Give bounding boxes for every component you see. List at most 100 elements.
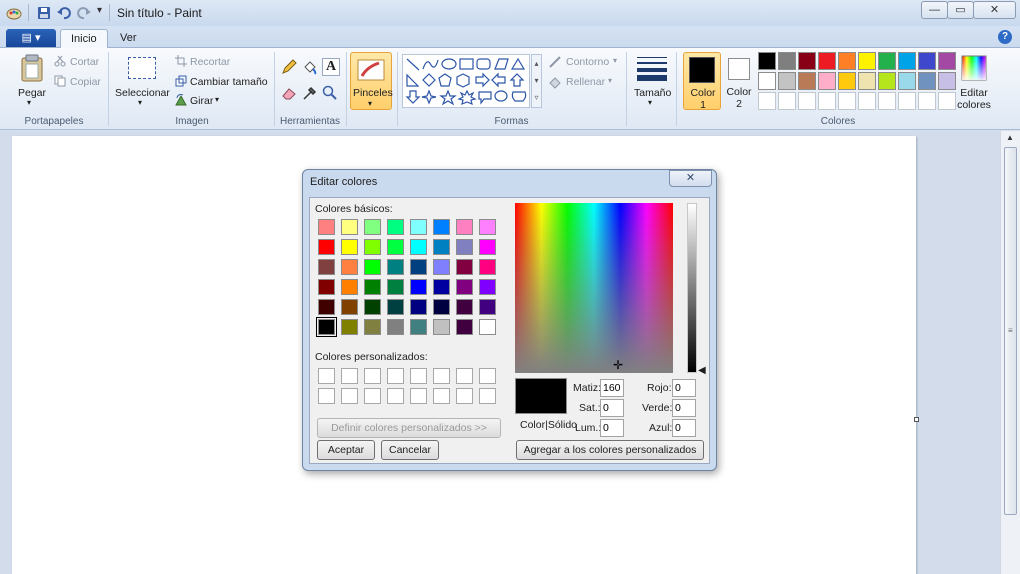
minimize-button[interactable]: —	[921, 1, 948, 19]
redo-icon[interactable]	[76, 5, 92, 21]
color-picker-icon[interactable]	[302, 85, 318, 101]
basic-color-swatch[interactable]	[341, 219, 358, 235]
color-spectrum[interactable]: ✛	[515, 203, 673, 373]
add-to-custom-colors-button[interactable]: Agregar a los colores personalizados	[516, 440, 704, 460]
select-button[interactable]: Seleccionar	[115, 87, 170, 99]
edit-colors-icon[interactable]	[961, 55, 987, 81]
basic-color-swatch[interactable]	[479, 319, 496, 335]
cancel-button[interactable]: Cancelar	[381, 440, 439, 460]
maximize-button[interactable]: ▭	[947, 1, 974, 19]
basic-color-swatch[interactable]	[364, 239, 381, 255]
basic-color-swatch[interactable]	[456, 279, 473, 295]
basic-color-swatch[interactable]	[341, 239, 358, 255]
basic-color-swatch[interactable]	[318, 299, 335, 315]
custom-color-swatch[interactable]	[387, 388, 404, 404]
lum-input[interactable]	[600, 419, 624, 437]
canvas-resize-handle[interactable]	[914, 417, 919, 422]
outline-button[interactable]: Contorno	[566, 56, 609, 68]
palette-swatch[interactable]	[898, 72, 916, 90]
vertical-scrollbar[interactable]: ▲ ≡	[1000, 131, 1020, 574]
palette-swatch[interactable]	[898, 52, 916, 70]
custom-color-swatch[interactable]	[410, 388, 427, 404]
fill-bucket-icon[interactable]	[302, 59, 318, 75]
green-input[interactable]	[672, 399, 696, 417]
ok-button[interactable]: Aceptar	[317, 440, 375, 460]
basic-color-swatch[interactable]	[318, 279, 335, 295]
luminance-pointer-icon[interactable]: ◀	[698, 366, 706, 376]
basic-color-swatch[interactable]	[433, 279, 450, 295]
basic-color-swatch[interactable]	[387, 239, 404, 255]
brushes-button[interactable]: Pinceles ▾	[350, 52, 393, 110]
basic-color-swatch[interactable]	[479, 259, 496, 275]
rotate-button[interactable]: Girar	[190, 95, 213, 107]
size-dropdown-icon[interactable]: ▾	[648, 98, 652, 107]
color2-button[interactable]: Color 2	[723, 52, 755, 110]
palette-empty-swatch[interactable]	[898, 92, 916, 110]
basic-color-swatch[interactable]	[387, 319, 404, 335]
magnifier-icon[interactable]	[322, 85, 338, 101]
palette-swatch[interactable]	[758, 72, 776, 90]
file-menu-button[interactable]: ▤ ▾	[6, 29, 56, 47]
basic-color-swatch[interactable]	[433, 299, 450, 315]
palette-swatch[interactable]	[798, 72, 816, 90]
basic-color-swatch[interactable]	[387, 279, 404, 295]
palette-swatch[interactable]	[938, 72, 956, 90]
select-icon[interactable]	[128, 57, 156, 79]
basic-color-swatch[interactable]	[433, 319, 450, 335]
basic-color-swatch[interactable]	[410, 239, 427, 255]
size-icon[interactable]	[637, 57, 667, 81]
palette-swatch[interactable]	[858, 72, 876, 90]
basic-color-swatch[interactable]	[433, 239, 450, 255]
basic-color-swatch[interactable]	[433, 259, 450, 275]
copy-button[interactable]: Copiar	[70, 76, 101, 88]
resize-button[interactable]: Cambiar tamaño	[190, 76, 268, 88]
custom-color-swatch[interactable]	[364, 388, 381, 404]
dialog-close-button[interactable]: ✕	[669, 170, 712, 187]
custom-color-swatch[interactable]	[479, 388, 496, 404]
tab-ver[interactable]: Ver	[110, 29, 147, 49]
palette-swatch[interactable]	[778, 72, 796, 90]
palette-swatch[interactable]	[798, 52, 816, 70]
size-button[interactable]: Tamaño	[634, 87, 671, 99]
tab-inicio[interactable]: Inicio	[60, 29, 108, 49]
palette-swatch[interactable]	[878, 52, 896, 70]
paste-label[interactable]: Pegar	[18, 87, 46, 99]
basic-color-swatch[interactable]	[456, 259, 473, 275]
eraser-icon[interactable]	[281, 85, 297, 101]
custom-color-swatch[interactable]	[456, 388, 473, 404]
scrollbar-thumb[interactable]: ≡	[1004, 147, 1017, 515]
close-window-button[interactable]: ✕	[973, 1, 1016, 19]
edit-colors-button[interactable]: Editar colores	[956, 87, 992, 111]
basic-color-swatch[interactable]	[410, 259, 427, 275]
save-icon[interactable]	[36, 5, 52, 21]
text-tool-icon[interactable]: A	[322, 58, 340, 76]
basic-color-swatch[interactable]	[410, 279, 427, 295]
basic-color-swatch-selected[interactable]	[316, 317, 337, 337]
shapes-scroll[interactable]: ▴ ▾ ▿	[531, 54, 542, 108]
basic-color-swatch[interactable]	[364, 219, 381, 235]
custom-color-swatch[interactable]	[433, 388, 450, 404]
basic-color-swatch[interactable]	[341, 279, 358, 295]
palette-empty-swatch[interactable]	[778, 92, 796, 110]
palette-empty-swatch[interactable]	[858, 92, 876, 110]
paste-icon[interactable]	[20, 54, 44, 82]
palette-empty-swatch[interactable]	[758, 92, 776, 110]
basic-color-swatch[interactable]	[479, 299, 496, 315]
basic-color-swatch[interactable]	[410, 319, 427, 335]
basic-color-swatch[interactable]	[341, 299, 358, 315]
sat-input[interactable]	[600, 399, 624, 417]
luminance-slider[interactable]	[687, 203, 697, 373]
basic-color-swatch[interactable]	[456, 219, 473, 235]
palette-swatch[interactable]	[918, 72, 936, 90]
basic-color-swatch[interactable]	[364, 259, 381, 275]
custom-color-swatch[interactable]	[410, 368, 427, 384]
shapes-gallery[interactable]	[402, 54, 530, 108]
basic-color-swatch[interactable]	[318, 219, 335, 235]
basic-color-swatch[interactable]	[318, 259, 335, 275]
color1-button[interactable]: Color 1	[683, 52, 721, 111]
basic-color-swatch[interactable]	[479, 279, 496, 295]
basic-color-swatch[interactable]	[387, 219, 404, 235]
basic-color-swatch[interactable]	[387, 259, 404, 275]
palette-swatch[interactable]	[838, 72, 856, 90]
custom-color-swatch[interactable]	[341, 388, 358, 404]
